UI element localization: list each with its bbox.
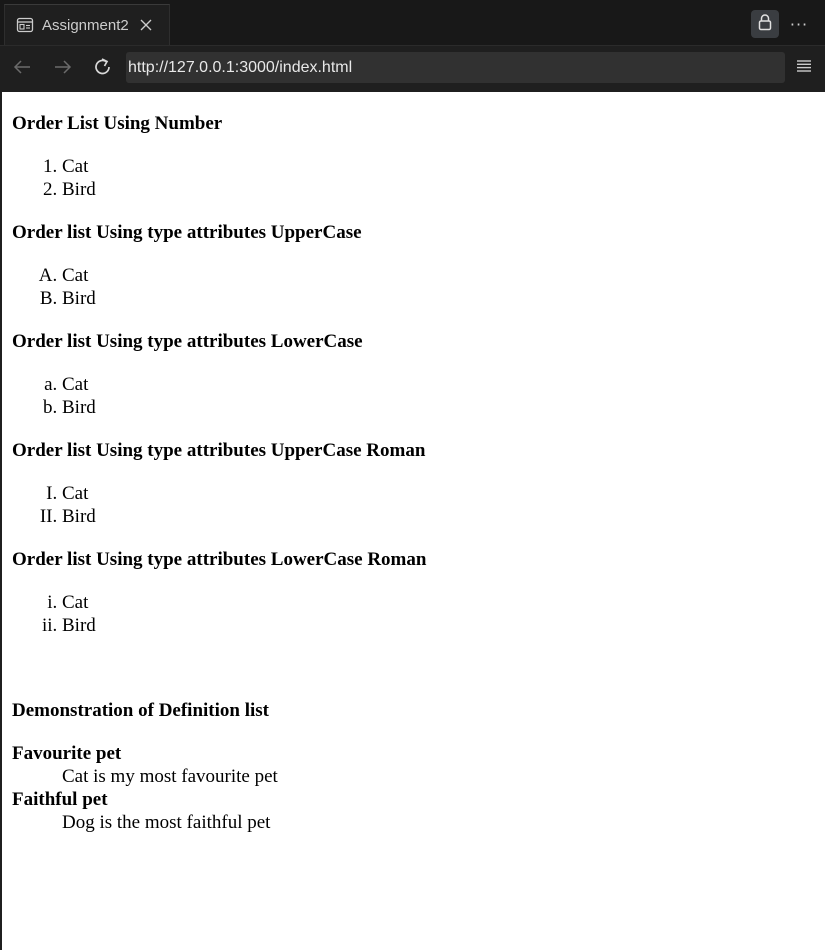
menu-button[interactable] — [792, 56, 816, 80]
list-item: Bird — [62, 396, 812, 419]
definition-description: Cat is my most favourite pet — [62, 766, 278, 787]
reload-icon — [92, 56, 114, 83]
heading-uppercase-list: Order list Using type attributes UpperCa… — [12, 222, 362, 243]
list-item: Cat — [62, 482, 812, 505]
forward-arrow-icon — [53, 57, 73, 82]
heading-definition-list: Demonstration of Definition list — [12, 700, 270, 721]
reload-button[interactable] — [88, 54, 118, 84]
definition-term: Faithful pet — [12, 789, 108, 810]
number-list: Cat Bird — [12, 155, 812, 201]
uppercase-list: Cat Bird — [12, 264, 812, 310]
list-item: Cat — [62, 591, 812, 614]
definition-list: Favourite pet Cat is my most favourite p… — [12, 742, 812, 834]
page-icon — [16, 16, 34, 34]
lock-button[interactable] — [751, 10, 779, 38]
address-bar[interactable] — [126, 52, 785, 83]
menu-icon — [795, 57, 813, 80]
uppercase-roman-list: Cat Bird — [12, 482, 812, 528]
more-button[interactable]: ··· — [785, 10, 813, 38]
tab-title: Assignment2 — [42, 16, 129, 34]
list-item: Cat — [62, 373, 812, 396]
window-left-border — [0, 92, 2, 950]
lowercase-roman-list: Cat Bird — [12, 591, 812, 637]
lock-icon — [757, 13, 773, 36]
close-icon[interactable] — [139, 18, 153, 32]
line-break-spacer — [12, 637, 812, 679]
back-arrow-icon — [12, 57, 32, 82]
list-item: Bird — [62, 505, 812, 528]
heading-lowercase-roman-list: Order list Using type attributes LowerCa… — [12, 549, 427, 570]
list-item: Bird — [62, 287, 812, 310]
back-button[interactable] — [7, 54, 37, 84]
browser-chrome: Assignment2 ··· — [0, 0, 825, 92]
list-item: Cat — [62, 155, 812, 178]
tab-assignment2[interactable]: Assignment2 — [4, 4, 170, 45]
list-item: Bird — [62, 614, 812, 637]
list-item: Cat — [62, 264, 812, 287]
heading-number-list: Order List Using Number — [12, 113, 223, 134]
forward-button[interactable] — [48, 54, 78, 84]
more-icon: ··· — [789, 14, 809, 34]
definition-term: Favourite pet — [12, 743, 122, 764]
url-input[interactable] — [128, 58, 768, 77]
list-item: Bird — [62, 178, 812, 201]
lowercase-list: Cat Bird — [12, 373, 812, 419]
heading-uppercase-roman-list: Order list Using type attributes UpperCa… — [12, 440, 426, 461]
heading-lowercase-list: Order list Using type attributes LowerCa… — [12, 331, 363, 352]
definition-description: Dog is the most faithful pet — [62, 812, 271, 833]
tab-bar: Assignment2 ··· — [0, 0, 825, 46]
page-content: Order List Using Number Cat Bird Order l… — [12, 92, 812, 834]
